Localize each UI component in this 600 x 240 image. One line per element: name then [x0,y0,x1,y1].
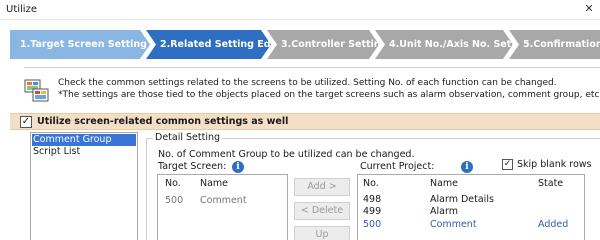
category-item-script-list[interactable]: Script List [32,146,136,158]
column-header-no[interactable]: No. [165,178,181,189]
utilize-common-settings-checkbox[interactable]: ✓ [20,116,32,128]
detail-setting-legend: Detail Setting [153,132,223,143]
target-screen-label-text: Target Screen: [158,161,227,172]
info-line-2: *The settings are those tied to the obje… [58,90,600,100]
current-project-label: Current Project: [360,161,434,172]
category-item-comment-group[interactable]: Comment Group [32,134,136,146]
current-row-name[interactable]: Comment [430,219,477,230]
wizard-step-controller[interactable]: 3.Controller Setting [267,30,379,59]
info-line-1: Check the common settings related to the… [58,78,557,88]
column-header-name[interactable]: Name [200,178,228,189]
wizard-step-confirmation[interactable]: 5.Confirmation [509,30,600,59]
target-screen-table: No. Name 500 Comment [157,174,288,240]
delete-button[interactable]: < Delete [294,202,350,220]
up-button[interactable]: Up [294,226,350,240]
column-header-state[interactable]: State [538,178,563,189]
skip-blank-rows-label[interactable]: Skip blank rows [517,159,591,170]
title-bar: Utilize ✕ [0,0,600,20]
current-row-no[interactable]: 499 [363,206,381,217]
current-project-table: No. Name State 498 Alarm Details 499 Ala… [357,174,585,240]
info-panel: Check the common settings related to the… [24,67,600,111]
current-row-no[interactable]: 498 [363,194,381,205]
current-project-label-text: Current Project: [360,161,435,172]
info-icon[interactable]: i [461,161,473,173]
skip-blank-rows-checkbox[interactable]: ✓ [502,159,513,170]
current-row-state[interactable]: Added [538,219,568,230]
wizard-steps: 1.Target Screen Setting 2.Related Settin… [10,30,600,59]
current-row-name[interactable]: Alarm [430,206,458,217]
utilize-common-settings-label[interactable]: Utilize screen-related common settings a… [37,116,288,127]
current-row-no[interactable]: 500 [363,219,381,230]
target-row-no[interactable]: 500 [165,195,183,206]
current-row-name[interactable]: Alarm Details [430,194,494,205]
column-header-no[interactable]: No. [363,178,379,189]
wizard-step-unit-axis[interactable]: 4.Unit No./Axis No. Setting [375,30,513,59]
wizard-step-target-screen[interactable]: 1.Target Screen Setting [10,30,150,59]
info-icon[interactable]: i [232,161,244,173]
target-row-name[interactable]: Comment [200,195,247,206]
settings-screens-icon [24,79,49,102]
column-header-name[interactable]: Name [430,178,458,189]
detail-description: No. of Comment Group to be utilized can … [158,149,415,160]
close-icon[interactable]: ✕ [582,2,596,16]
window-title: Utilize [6,4,37,15]
category-list: Comment Group Script List [30,132,138,240]
add-button[interactable]: Add > [294,178,350,196]
target-screen-label: Target Screen: [158,161,226,172]
utilize-common-settings-bar: ✓ Utilize screen-related common settings… [10,113,600,130]
wizard-step-related-setting[interactable]: 2.Related Setting Edit [146,30,271,59]
